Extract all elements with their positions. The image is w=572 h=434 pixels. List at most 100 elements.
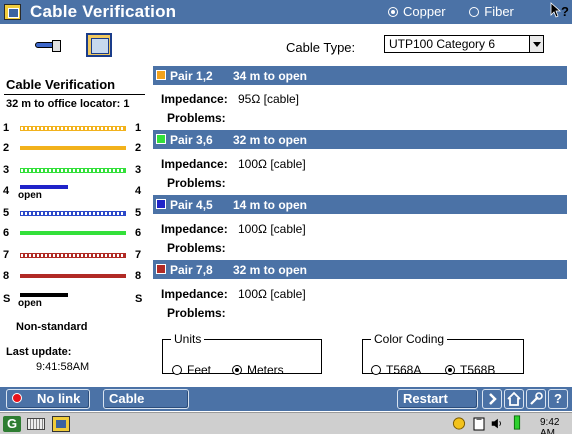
units-group: Units Feet Meters <box>162 332 322 377</box>
wire-map-summary: 32 m to office locator: 1 <box>6 98 130 110</box>
cable-toner-button[interactable]: Cable Toner <box>103 389 189 424</box>
restart-test-button[interactable]: Restart Test <box>397 389 478 424</box>
wire-pin-right: 1 <box>135 122 142 134</box>
color-coding-legend: Color Coding <box>374 332 445 346</box>
units-meters-option[interactable]: Meters <box>232 363 284 377</box>
problems-label: Problems: <box>167 111 226 125</box>
pair-header: Pair 4,5 14 m to open <box>153 195 567 214</box>
wire-pin-left: 7 <box>3 249 10 261</box>
wire-line <box>20 126 126 131</box>
problems-label: Problems: <box>167 241 226 255</box>
pair-name: Pair 3,6 <box>170 133 213 147</box>
no-link-label[interactable]: No link <box>37 391 80 406</box>
running-app-icon[interactable] <box>52 416 70 432</box>
impedance-label: Impedance: <box>161 222 228 236</box>
wire-pin-right: 7 <box>135 249 142 261</box>
fiber-radio-icon[interactable] <box>469 7 480 17</box>
wire-pin-right: 6 <box>135 227 142 239</box>
wire-pin-right: S <box>135 293 143 305</box>
wire-line <box>20 231 126 235</box>
meters-radio-icon[interactable] <box>232 365 242 375</box>
help-label[interactable]: ? <box>554 391 562 406</box>
keyboard-icon[interactable] <box>27 418 45 430</box>
last-update-time: 9:41:58AM <box>36 361 90 373</box>
impedance-value: 100Ω [cable] <box>238 222 306 236</box>
pair-header: Pair 3,6 32 m to open <box>153 130 567 149</box>
impedance-value: 100Ω [cable] <box>238 157 306 171</box>
bottom-toolbar: No link Cable Toner Restart Test ? <box>0 387 572 424</box>
fiber-label[interactable]: Fiber <box>484 4 514 19</box>
wire-pin-right: 4 <box>135 185 142 197</box>
copper-radio-icon[interactable] <box>388 7 398 17</box>
wire-map-divider <box>4 94 145 95</box>
wire-pin-left: S <box>3 293 11 305</box>
pair-name: Pair 1,2 <box>170 69 213 83</box>
wire-map-panel: Cable Verification 32 m to office locato… <box>0 24 150 386</box>
wire-fault-note: open <box>18 190 42 201</box>
media-selector: Copper Fiber <box>388 4 534 19</box>
pair-color-swatch <box>156 264 166 274</box>
copper-label[interactable]: Copper <box>403 4 446 19</box>
pair-distance: 32 m to open <box>233 133 308 147</box>
app-icon[interactable] <box>4 4 21 20</box>
units-feet-option[interactable]: Feet <box>172 363 211 377</box>
cable-type-dropdown[interactable]: UTP100 Category 6 <box>384 35 544 53</box>
wire-fault-note: open <box>18 298 42 309</box>
pair-header: Pair 1,2 34 m to open <box>153 66 567 85</box>
link-status-icon <box>12 393 22 403</box>
wire-line <box>20 146 126 150</box>
wire-pin-left: 5 <box>3 207 10 219</box>
help-arrow-icon[interactable]: ? <box>550 2 570 20</box>
wire-row: 66 <box>0 224 150 244</box>
cable-icon[interactable] <box>35 40 61 52</box>
start-menu-icon[interactable]: G <box>3 416 21 432</box>
svg-text:?: ? <box>561 4 569 19</box>
pair-distance: 34 m to open <box>233 69 308 83</box>
wire-row: 11 <box>0 119 150 139</box>
speaker-icon[interactable] <box>490 416 504 431</box>
chevron-down-icon[interactable] <box>529 36 543 52</box>
home-icon <box>507 391 521 406</box>
fiber-radio[interactable]: Fiber <box>469 4 534 19</box>
t568a-option[interactable]: T568A <box>371 363 421 377</box>
pair-name: Pair 7,8 <box>170 263 213 277</box>
impedance-label: Impedance: <box>161 287 228 301</box>
no-link-button[interactable]: No link <box>6 389 90 409</box>
wire-pin-right: 2 <box>135 142 142 154</box>
pair-distance: 32 m to open <box>233 263 308 277</box>
t568b-option[interactable]: T568B <box>445 363 495 377</box>
problems-label: Problems: <box>167 306 226 320</box>
office-locator-icon[interactable] <box>86 33 112 57</box>
problems-label: Problems: <box>167 176 226 190</box>
impedance-label: Impedance: <box>161 157 228 171</box>
tools-button[interactable] <box>526 389 546 409</box>
pair-color-swatch <box>156 134 166 144</box>
wire-row: 88 <box>0 267 150 287</box>
t568a-label[interactable]: T568A <box>386 363 421 377</box>
pair-distance: 14 m to open <box>233 198 308 212</box>
t568b-radio-icon[interactable] <box>445 365 455 375</box>
feet-radio-icon[interactable] <box>172 365 182 375</box>
t568b-label[interactable]: T568B <box>460 363 495 377</box>
battery-icon[interactable] <box>510 415 524 430</box>
wrench-icon <box>530 392 543 405</box>
pair-header: Pair 7,8 32 m to open <box>153 260 567 279</box>
next-button[interactable] <box>482 389 502 409</box>
wire-row: 4 open 4 <box>0 182 150 202</box>
last-update-label: Last update: <box>6 346 72 358</box>
color-coding-group: Color Coding T568A T568B <box>362 332 524 377</box>
copper-radio[interactable]: Copper <box>388 4 466 19</box>
wire-row: 22 <box>0 139 150 159</box>
feet-label[interactable]: Feet <box>187 363 211 377</box>
help-cursor-icon[interactable]: ? <box>550 2 570 25</box>
wire-line <box>20 168 126 173</box>
help-button[interactable]: ? <box>548 389 568 409</box>
meters-label[interactable]: Meters <box>247 363 284 377</box>
cable-type-value[interactable]: UTP100 Category 6 <box>389 37 495 51</box>
network-status-icon[interactable] <box>452 416 466 431</box>
home-button[interactable] <box>504 389 524 409</box>
title-bar: Cable Verification Copper Fiber ? <box>0 0 572 24</box>
clipboard-icon[interactable] <box>472 416 486 431</box>
taskbar-clock: 9:42 AM <box>540 417 560 434</box>
t568a-radio-icon[interactable] <box>371 365 381 375</box>
